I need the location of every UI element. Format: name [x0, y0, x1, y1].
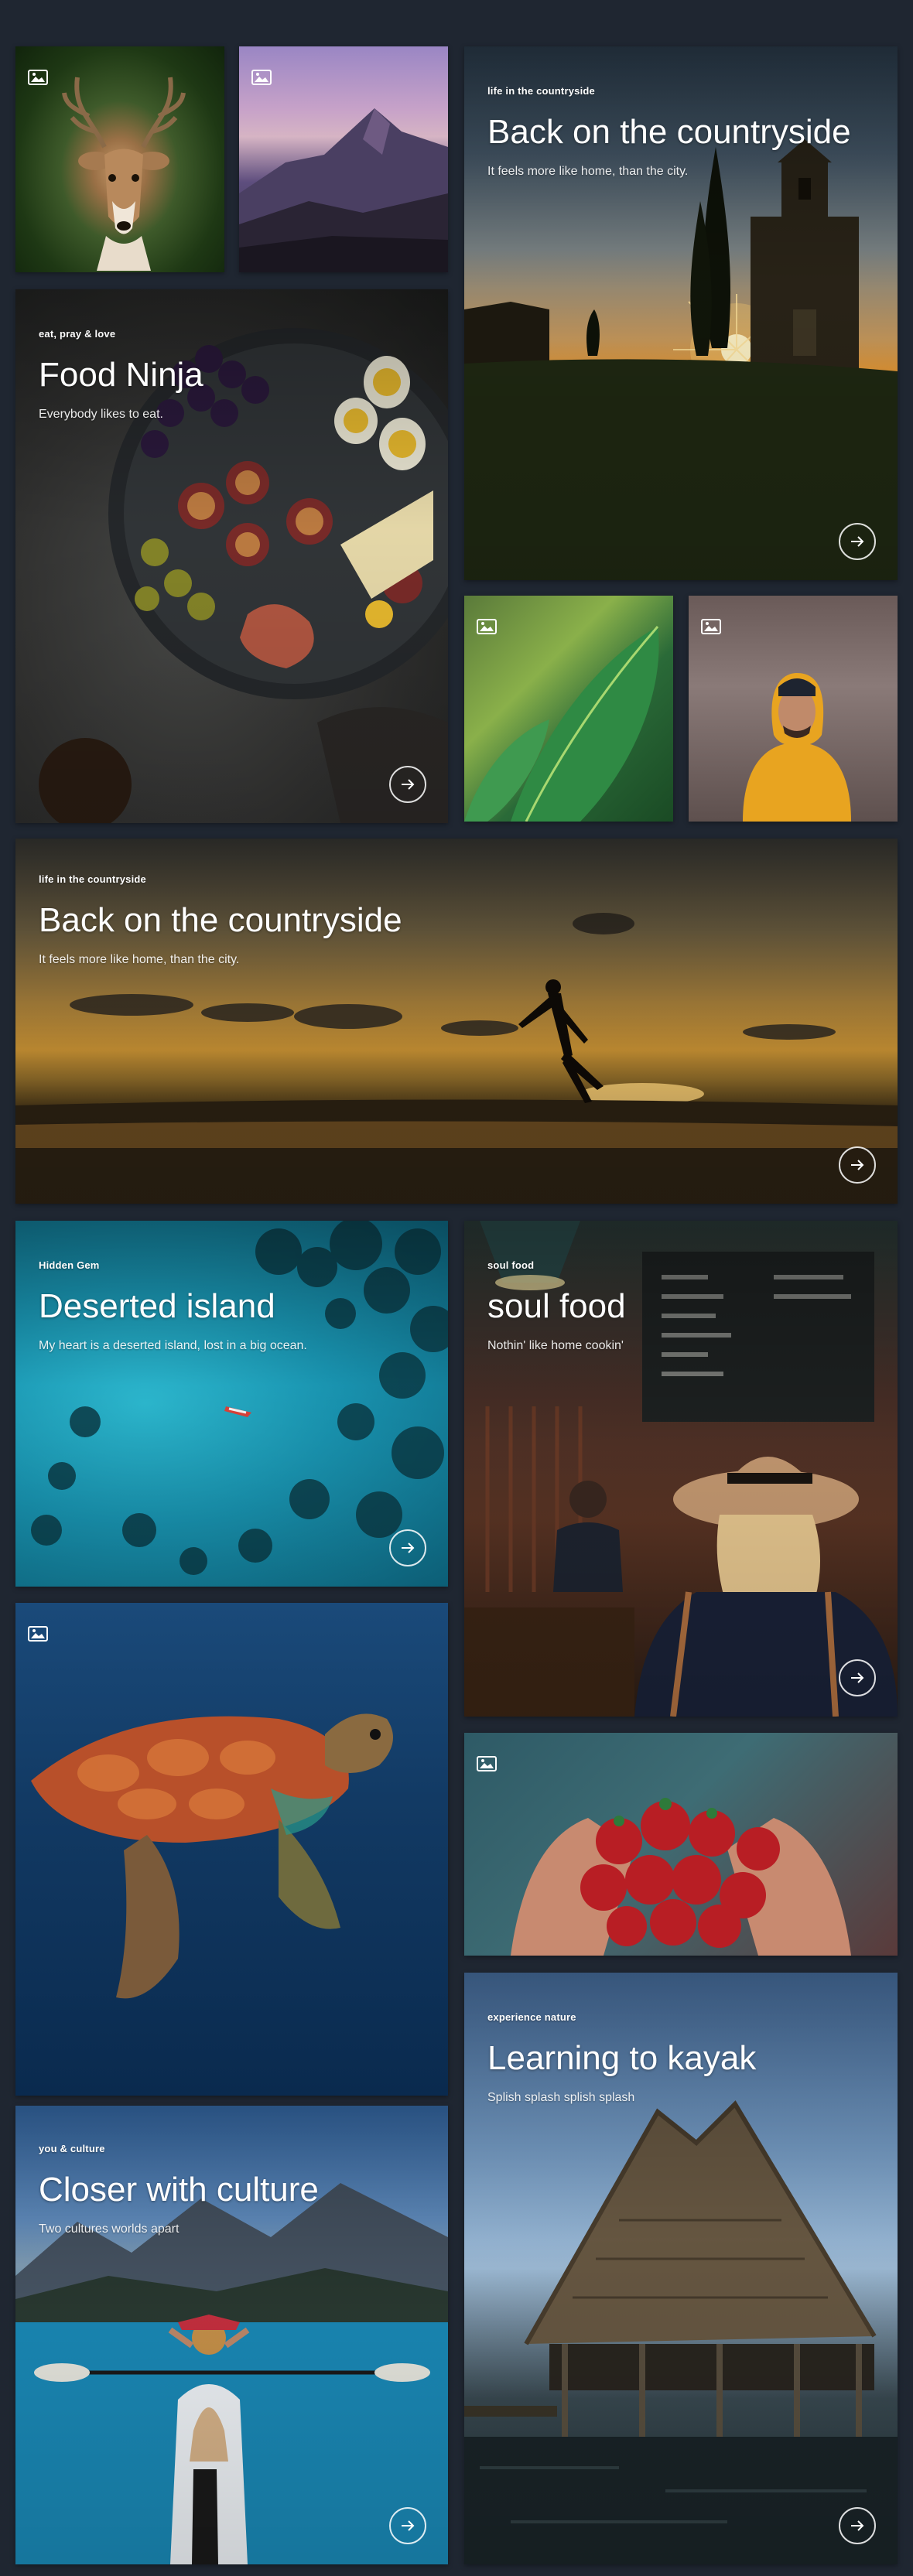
eyebrow-text: experience nature — [487, 2011, 576, 2023]
image-icon — [701, 619, 721, 634]
eyebrow-text: you & culture — [39, 2143, 105, 2154]
card-subtitle: Everybody likes to eat. — [39, 408, 163, 422]
photo-tile-hiker[interactable] — [689, 596, 898, 822]
image-icon — [251, 70, 272, 85]
card-subtitle: My heart is a deserted island, lost in a… — [39, 1339, 307, 1353]
card-deserted-island[interactable]: Hidden Gem Deserted island My heart is a… — [15, 1221, 448, 1587]
arrow-right-circle-icon[interactable] — [389, 1529, 426, 1566]
turtle-illustration — [31, 1713, 393, 1999]
eyebrow-text: eat, pray & love — [39, 328, 116, 340]
photo-tile-mountain[interactable] — [239, 46, 448, 272]
eyebrow-text: soul food — [487, 1259, 535, 1271]
photo-tile-strawberries[interactable] — [464, 1733, 898, 1956]
image-icon — [28, 70, 48, 85]
card-soul-food[interactable]: soul food soul food Nothin' like home co… — [464, 1221, 898, 1717]
card-subtitle: It feels more like home, than the city. — [39, 953, 240, 967]
card-countryside-church[interactable]: life in the countryside Back on the coun… — [464, 46, 898, 580]
eyebrow-text: life in the countryside — [487, 85, 595, 97]
arrow-right-circle-icon[interactable] — [839, 1659, 876, 1696]
card-learning-kayak[interactable]: experience nature Learning to kayak Spli… — [464, 1973, 898, 2564]
card-closer-culture[interactable]: you & culture Closer with culture Two cu… — [15, 2106, 448, 2564]
card-title: Learning to kayak — [487, 2039, 757, 2077]
deer-illustration — [62, 77, 186, 271]
arrow-right-circle-icon[interactable] — [389, 766, 426, 803]
eyebrow-text: life in the countryside — [39, 873, 146, 885]
card-title: Deserted island — [39, 1287, 275, 1325]
arrow-right-circle-icon[interactable] — [839, 523, 876, 560]
card-subtitle: Splish splash splish splash — [487, 2091, 635, 2105]
image-icon — [28, 1626, 48, 1642]
card-subtitle: It feels more like home, than the city. — [487, 165, 689, 179]
card-subtitle: Nothin' like home cookin' — [487, 1339, 624, 1353]
card-countryside-wide[interactable]: life in the countryside Back on the coun… — [15, 839, 898, 1204]
card-subtitle: Two cultures worlds apart — [39, 2222, 180, 2236]
card-title: Food Ninja — [39, 356, 203, 394]
photo-tile-deer[interactable] — [15, 46, 224, 272]
arrow-right-circle-icon[interactable] — [839, 1146, 876, 1184]
card-title: soul food — [487, 1287, 626, 1325]
strawberries-illustration — [511, 1798, 851, 1956]
card-title: Back on the countryside — [39, 901, 402, 939]
card-title: Back on the countryside — [487, 113, 851, 151]
card-food-ninja[interactable]: eat, pray & love Food Ninja Everybody li… — [15, 289, 448, 823]
eyebrow-text: Hidden Gem — [39, 1259, 100, 1271]
image-icon — [477, 1756, 497, 1771]
card-title: Closer with culture — [39, 2171, 319, 2209]
arrow-right-circle-icon[interactable] — [389, 2507, 426, 2544]
photo-tile-leaf[interactable] — [464, 596, 673, 822]
photo-tile-turtle[interactable] — [15, 1603, 448, 2096]
arrow-right-circle-icon[interactable] — [839, 2507, 876, 2544]
image-icon — [477, 619, 497, 634]
